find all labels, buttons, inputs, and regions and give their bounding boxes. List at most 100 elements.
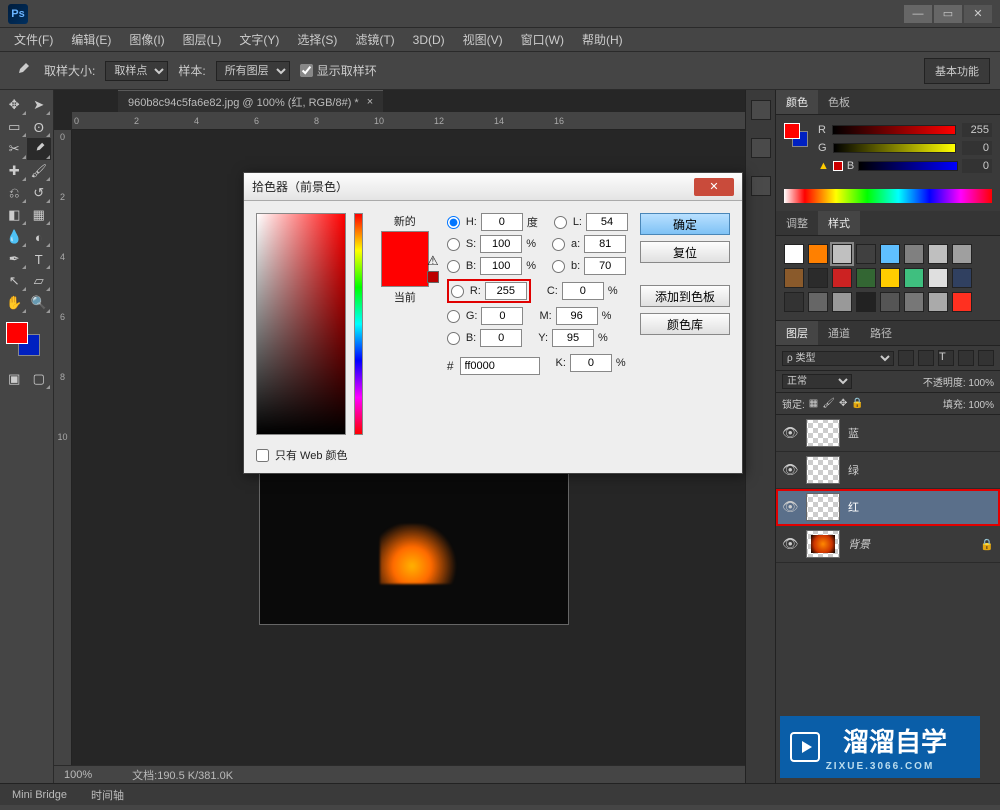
layer-filter-kind[interactable]: ρ 类型 <box>782 351 894 366</box>
style-swatch[interactable] <box>808 268 828 288</box>
color-library-button[interactable]: 颜色库 <box>640 313 730 335</box>
input-r[interactable] <box>485 282 527 300</box>
zoom-tool[interactable]: 🔍 <box>27 292 52 314</box>
style-swatch[interactable] <box>832 292 852 312</box>
input-m[interactable] <box>556 307 598 325</box>
eyedropper-tool[interactable] <box>27 138 52 160</box>
style-swatch[interactable] <box>904 292 924 312</box>
healing-tool[interactable]: ✚ <box>2 160 27 182</box>
gamut-color[interactable] <box>427 271 439 283</box>
radio-h[interactable] <box>447 216 460 229</box>
reset-button[interactable]: 复位 <box>640 241 730 263</box>
radio-s[interactable] <box>447 238 460 251</box>
layer-row[interactable]: 👁 背景 🔒 <box>776 526 1000 563</box>
style-swatch[interactable] <box>784 268 804 288</box>
radio-l[interactable] <box>554 216 567 229</box>
menu-filter[interactable]: 滤镜(T) <box>347 29 402 50</box>
input-g[interactable] <box>481 307 523 325</box>
style-swatch[interactable] <box>880 244 900 264</box>
tab-layers[interactable]: 图层 <box>776 321 818 345</box>
menu-layer[interactable]: 图层(L) <box>175 29 230 50</box>
spectrum-strip[interactable] <box>784 189 992 203</box>
b-value[interactable]: 0 <box>962 159 992 173</box>
menu-file[interactable]: 文件(F) <box>6 29 61 50</box>
visibility-toggle[interactable]: 👁 <box>782 536 798 552</box>
dodge-tool[interactable]: ◐ <box>27 226 52 248</box>
layer-name[interactable]: 红 <box>848 499 859 515</box>
hue-slider[interactable] <box>354 213 362 435</box>
menu-help[interactable]: 帮助(H) <box>574 29 631 50</box>
show-sampling-ring-checkbox[interactable] <box>300 64 313 77</box>
input-y[interactable] <box>552 329 594 347</box>
input-k[interactable] <box>570 354 612 372</box>
dock-icon-3[interactable] <box>751 176 771 196</box>
workspace-switcher[interactable]: 基本功能 <box>924 58 990 84</box>
radio-bh[interactable] <box>447 260 460 273</box>
marquee-tool[interactable]: ▭ <box>2 116 27 138</box>
panel-fg-swatch[interactable] <box>784 123 800 139</box>
style-swatch[interactable] <box>856 292 876 312</box>
visibility-toggle[interactable]: 👁 <box>782 462 798 478</box>
web-colors-checkbox[interactable] <box>256 449 269 462</box>
pen-tool[interactable]: ✒ <box>2 248 27 270</box>
tab-paths[interactable]: 路径 <box>860 321 902 345</box>
layer-thumbnail[interactable] <box>806 530 840 558</box>
fill-value[interactable]: 100% <box>968 400 994 411</box>
layer-row[interactable]: 👁 绿 <box>776 452 1000 489</box>
layer-thumbnail[interactable] <box>806 493 840 521</box>
lasso-tool[interactable]: ʘ <box>27 116 52 138</box>
style-swatch[interactable] <box>832 244 852 264</box>
input-l[interactable] <box>586 213 628 231</box>
input-h[interactable] <box>481 213 523 231</box>
menu-view[interactable]: 视图(V) <box>455 29 511 50</box>
filter-smart-icon[interactable] <box>978 350 994 366</box>
dock-icon-2[interactable] <box>751 138 771 158</box>
layer-row[interactable]: 👁 红 <box>776 489 1000 526</box>
menu-3d[interactable]: 3D(D) <box>405 31 453 49</box>
saturation-value-field[interactable] <box>256 213 346 435</box>
style-swatch[interactable] <box>904 244 924 264</box>
lock-pos-icon[interactable]: ✥ <box>839 398 847 409</box>
style-swatch[interactable] <box>880 292 900 312</box>
color-swatches[interactable] <box>6 322 46 358</box>
type-tool[interactable]: T <box>27 248 52 270</box>
tab-swatches[interactable]: 色板 <box>818 90 860 114</box>
style-swatch[interactable] <box>808 292 828 312</box>
radio-b[interactable] <box>447 332 460 345</box>
input-bh[interactable] <box>480 257 522 275</box>
style-swatch[interactable] <box>928 268 948 288</box>
style-swatch[interactable] <box>808 244 828 264</box>
eraser-tool[interactable]: ◧ <box>2 204 27 226</box>
zoom-level[interactable]: 100% <box>64 769 92 781</box>
move-tool[interactable]: ✥ <box>2 94 27 116</box>
dialog-close-button[interactable]: ✕ <box>694 178 734 196</box>
style-swatch[interactable] <box>952 268 972 288</box>
menu-window[interactable]: 窗口(W) <box>513 29 572 50</box>
style-swatch[interactable] <box>856 244 876 264</box>
blur-tool[interactable]: 💧 <box>2 226 27 248</box>
input-hex[interactable] <box>460 357 540 375</box>
brush-tool[interactable]: 🖌 <box>27 160 52 182</box>
input-a[interactable] <box>584 235 626 253</box>
dock-icon-1[interactable] <box>751 100 771 120</box>
tab-color[interactable]: 颜色 <box>776 90 818 114</box>
foreground-swatch[interactable] <box>6 322 28 344</box>
window-minimize[interactable]: — <box>904 5 932 23</box>
style-swatch[interactable] <box>880 268 900 288</box>
style-swatch[interactable] <box>784 244 804 264</box>
tab-styles[interactable]: 样式 <box>818 211 860 235</box>
input-lab-b[interactable] <box>584 257 626 275</box>
document-tab[interactable]: 960b8c94c5fa6e82.jpg @ 100% (红, RGB/8#) … <box>118 90 383 112</box>
stamp-tool[interactable]: ⎌ <box>2 182 27 204</box>
filter-pixel-icon[interactable] <box>898 350 914 366</box>
style-swatch[interactable] <box>832 268 852 288</box>
gamut-warning-icon[interactable]: ⚠ <box>427 253 439 269</box>
g-value[interactable]: 0 <box>962 141 992 155</box>
tab-minibridge[interactable]: Mini Bridge <box>0 786 79 804</box>
crop-tool[interactable]: ✂ <box>2 138 27 160</box>
g-slider[interactable] <box>833 143 956 153</box>
layer-thumbnail[interactable] <box>806 456 840 484</box>
gradient-tool[interactable]: ▦ <box>27 204 52 226</box>
style-swatch[interactable] <box>928 244 948 264</box>
quickmask-toggle[interactable]: ▣ <box>2 368 27 390</box>
